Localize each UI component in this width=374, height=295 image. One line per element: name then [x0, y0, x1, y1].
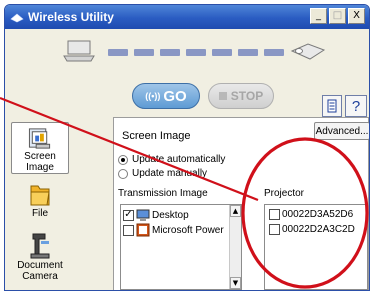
sidebar-item-file[interactable]: File	[11, 182, 69, 226]
transmission-image-label: Transmission Image	[118, 188, 208, 199]
projector-icon	[290, 43, 326, 60]
sidebar-item-label: File	[31, 208, 49, 219]
document-camera-icon	[30, 233, 50, 259]
title-bar[interactable]: Wireless Utility _ □ X	[5, 5, 369, 29]
stop-button[interactable]: STOP	[208, 83, 274, 109]
sidebar-item-screen-image[interactable]: Screen Image	[11, 122, 69, 174]
checkbox[interactable]	[269, 224, 280, 235]
sidebar-item-label: Screen Image	[24, 151, 56, 173]
connection-segment	[160, 49, 180, 56]
connection-segment	[108, 49, 128, 56]
sidebar-item-label-line2: Camera	[22, 271, 58, 282]
list-item-powerpoint[interactable]: Microsoft Power	[123, 223, 224, 237]
update-auto-option[interactable]: Update automatically	[118, 154, 225, 165]
file-icon	[30, 185, 50, 206]
connection-segment	[212, 49, 232, 56]
sidebar-item-document-camera[interactable]: Document Camera	[11, 230, 69, 290]
connection-status	[60, 35, 330, 65]
sidebar: Screen Image File Document Camera	[9, 120, 69, 290]
radio-button[interactable]	[118, 154, 128, 165]
connection-segment	[264, 49, 284, 56]
option-label: Update automatically	[132, 154, 226, 165]
window-title: Wireless Utility	[28, 10, 114, 24]
connection-segment	[238, 49, 258, 56]
stop-label: STOP	[230, 89, 264, 103]
checkbox[interactable]	[123, 224, 134, 236]
list-item-desktop[interactable]: ✓ Desktop	[123, 208, 189, 222]
checkbox[interactable]	[269, 209, 280, 220]
checkbox[interactable]: ✓	[123, 209, 134, 221]
connection-segment	[186, 49, 206, 56]
wireless-utility-icon	[10, 13, 24, 23]
screen-image-panel: Screen Image Advanced... Update automati…	[113, 117, 369, 290]
connection-segment	[134, 49, 154, 56]
projector-list[interactable]: 00022D3A52D6 00022D2A3C2D	[264, 204, 368, 290]
help-button[interactable]: ?	[345, 95, 367, 117]
projector-label: Projector	[264, 188, 305, 199]
stop-icon	[218, 92, 227, 100]
go-label: GO	[163, 87, 187, 105]
item-label: 00022D3A52D6	[282, 209, 354, 220]
update-manual-option[interactable]: Update manually	[118, 168, 207, 179]
maximize-button[interactable]: □	[329, 8, 346, 24]
screen-image-icon	[28, 128, 51, 149]
go-button[interactable]: ((•)) GO	[132, 83, 200, 109]
powerpoint-icon	[136, 223, 150, 237]
signal-icon: ((•))	[145, 91, 161, 101]
list-icon	[327, 99, 337, 113]
scrollbar[interactable]: ▲ ▼	[229, 205, 241, 289]
list-button[interactable]	[322, 95, 342, 117]
advanced-button[interactable]: Advanced...	[314, 122, 369, 140]
wireless-utility-window: Wireless Utility _ □ X ((•)) GO STOP ? S…	[4, 4, 370, 291]
item-label: Desktop	[152, 209, 189, 221]
connection-indicator	[108, 49, 284, 56]
scroll-down-arrow[interactable]: ▼	[230, 277, 241, 289]
scroll-up-arrow[interactable]: ▲	[230, 205, 241, 217]
list-item-projector-2[interactable]: 00022D2A3C2D	[269, 224, 355, 235]
sidebar-item-label-line1: Document	[17, 260, 63, 271]
panel-title: Screen Image	[122, 130, 191, 142]
item-label: 00022D2A3C2D	[282, 224, 355, 235]
list-item-projector-1[interactable]: 00022D3A52D6	[269, 209, 353, 220]
minimize-button[interactable]: _	[310, 8, 327, 24]
radio-button[interactable]	[118, 168, 128, 179]
desktop-icon	[136, 209, 150, 221]
close-button[interactable]: X	[348, 8, 365, 24]
option-label: Update manually	[132, 168, 208, 179]
transmission-image-list[interactable]: ✓ Desktop Microsoft Power ▲ ▼	[120, 204, 242, 290]
laptop-icon	[63, 40, 95, 62]
window-controls: _ □ X	[310, 8, 365, 24]
item-label: Microsoft Power	[152, 224, 224, 236]
